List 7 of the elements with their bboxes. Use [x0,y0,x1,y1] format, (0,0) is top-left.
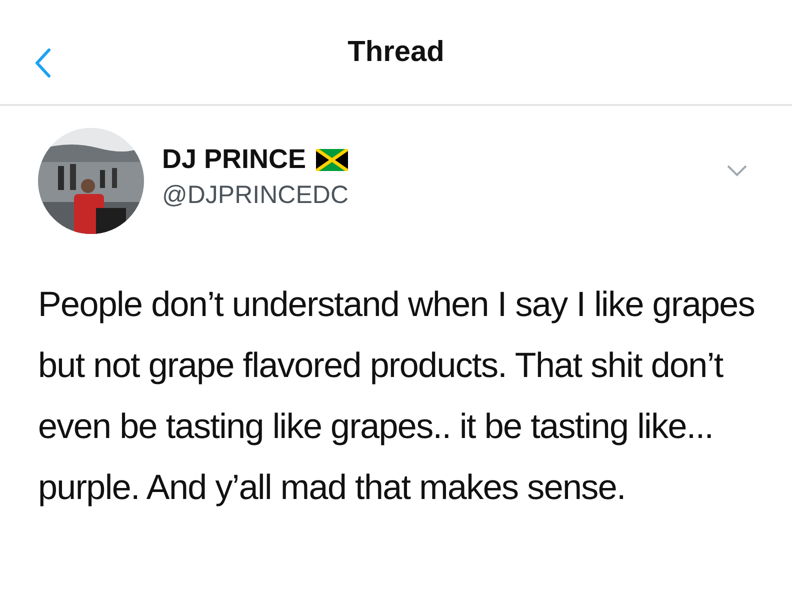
chevron-down-icon[interactable] [726,164,748,177]
author-handle: @DJPRINCEDC [162,181,348,210]
flag-icon [316,148,348,170]
tweet-text: People don’t understand when I say I like grapes but not grape flavored products. That shit don’t even be tasting like grapes.. it be tasting like... purple. And y’all mad that makes sense. [38,284,756,509]
author-name: DJ PRINCE [162,144,306,175]
back-icon[interactable] [34,48,52,78]
header-title: Thread [348,36,444,68]
